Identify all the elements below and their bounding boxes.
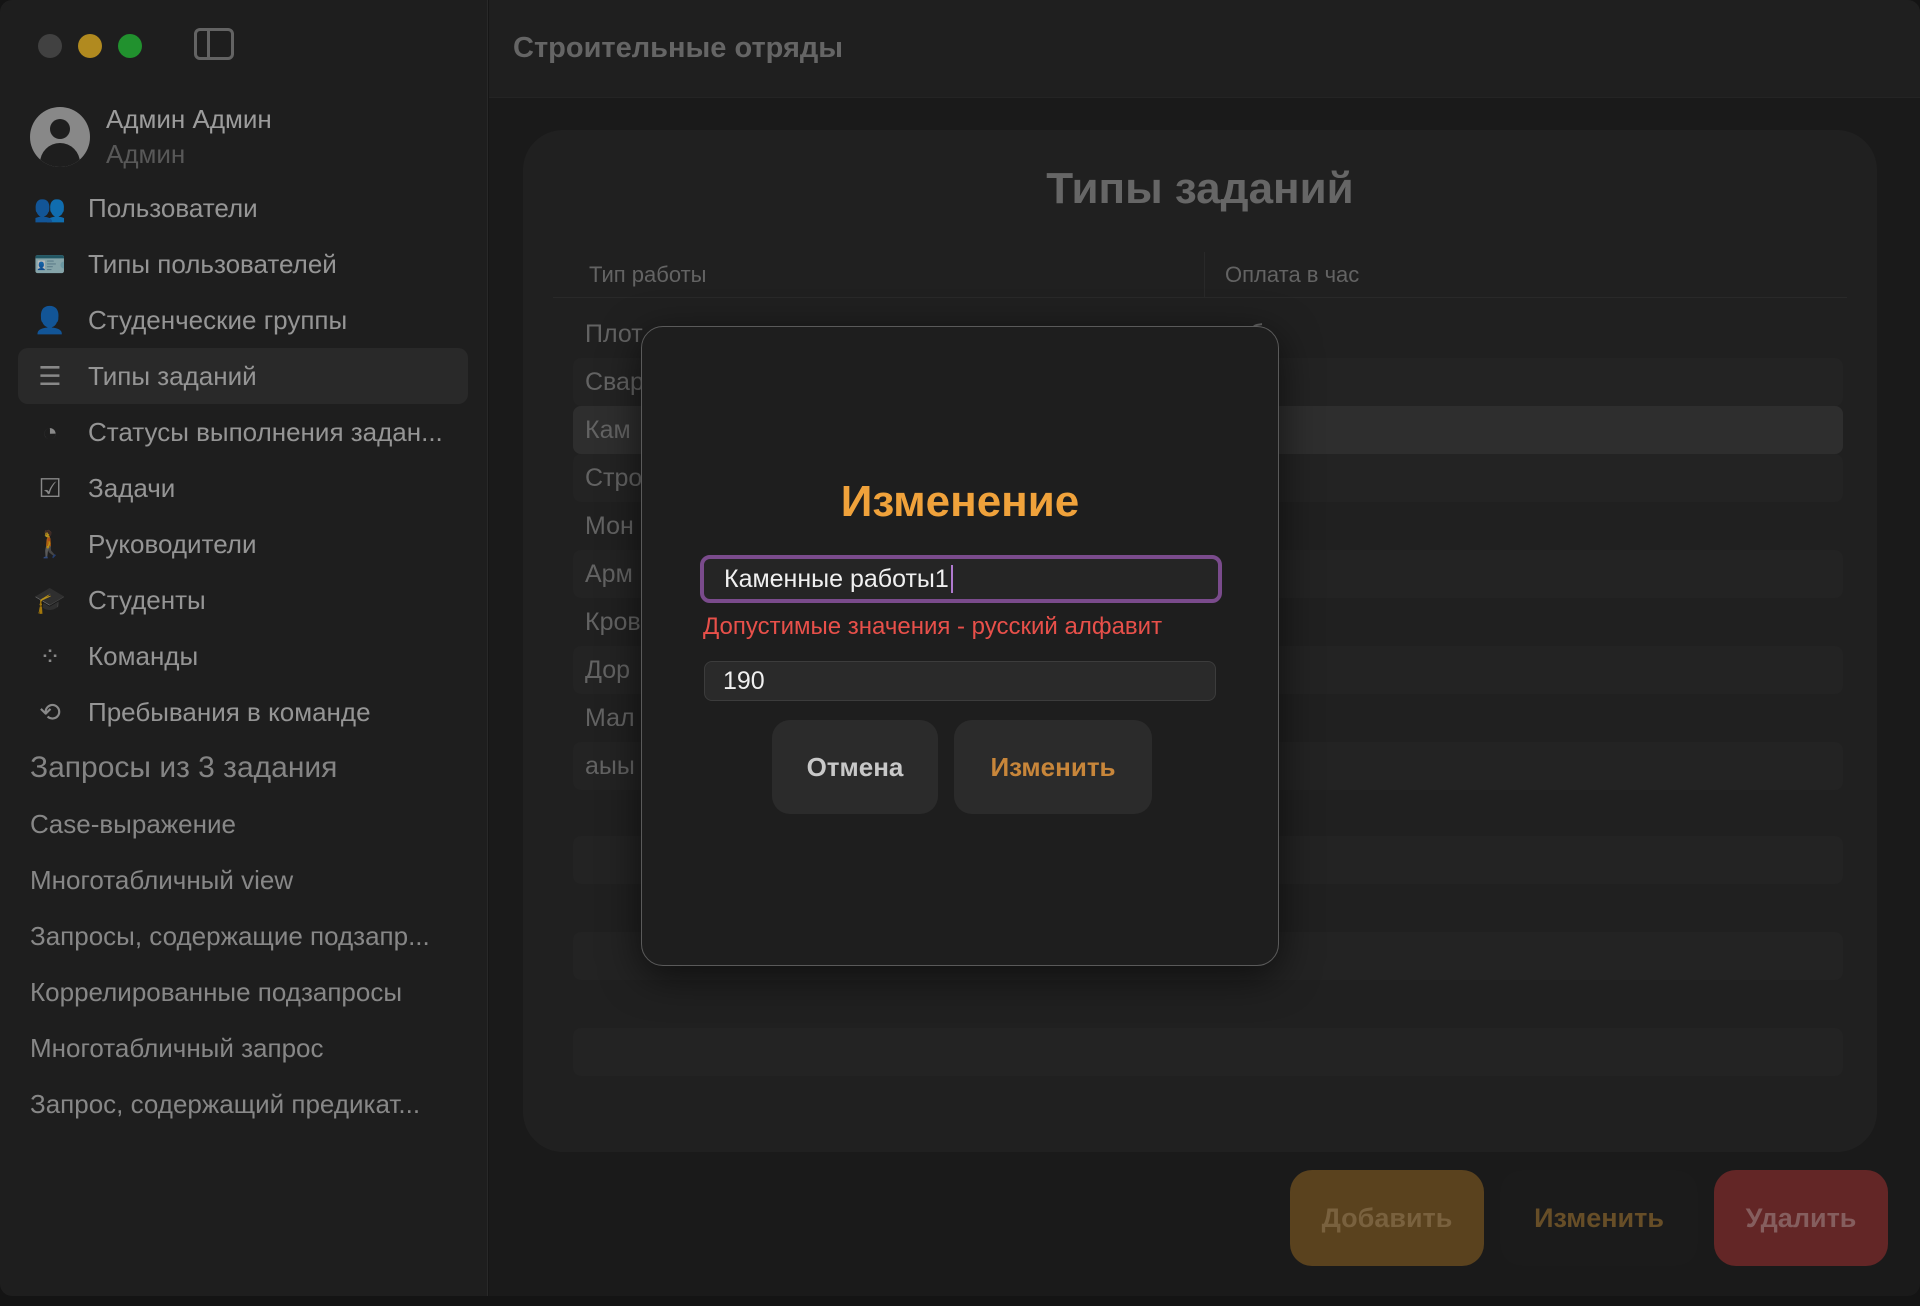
- pay-field[interactable]: 190: [704, 661, 1216, 701]
- cancel-button[interactable]: Отмена: [772, 720, 938, 814]
- validation-error: Допустимые значения - русский алфавит: [703, 613, 1163, 640]
- name-field[interactable]: Каменные работы1: [700, 555, 1222, 603]
- dialog-title: Изменение: [840, 477, 1080, 526]
- text-caret: [950, 565, 953, 593]
- apply-button[interactable]: Изменить: [954, 720, 1152, 814]
- edit-dialog: Изменение Каменные работы1 Допустимые зн…: [641, 326, 1279, 966]
- name-field-value: Каменные работы1: [724, 564, 949, 593]
- pay-field-value: 190: [723, 666, 765, 695]
